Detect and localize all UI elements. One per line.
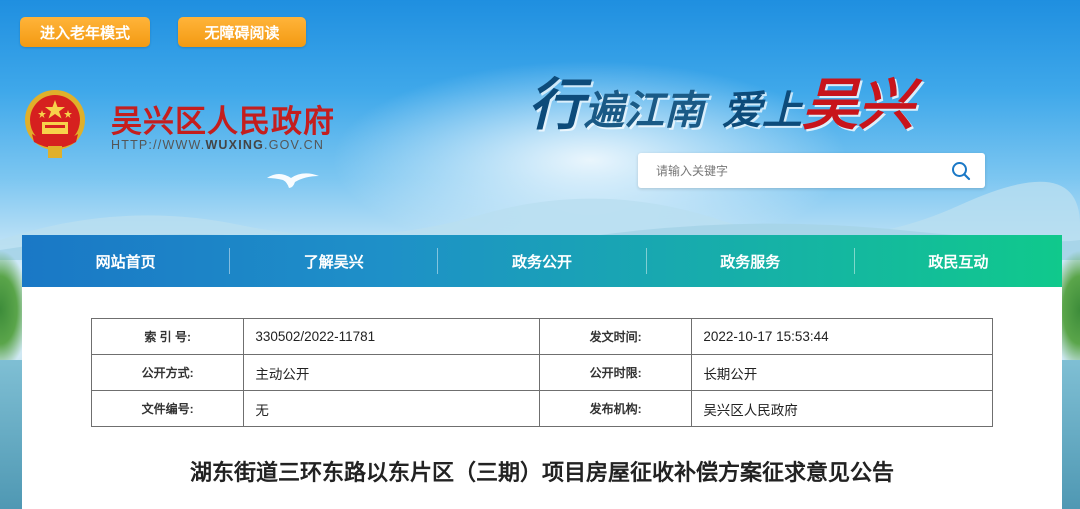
meta-label-disclosure-period: 公开时限: xyxy=(538,354,693,391)
content-panel: 索 引 号: 330502/2022-11781 发文时间: 2022-10-1… xyxy=(22,287,1062,509)
meta-value-index-number: 330502/2022-11781 xyxy=(243,318,540,355)
site-title[interactable]: 吴兴区人民政府 xyxy=(111,96,335,141)
meta-value-document-number: 无 xyxy=(243,390,540,427)
background-water-left xyxy=(0,360,24,509)
slogan-part-4: 吴兴 xyxy=(802,72,914,138)
document-meta-table: 索 引 号: 330502/2022-11781 发文时间: 2022-10-1… xyxy=(90,318,993,427)
barrier-free-reading-button[interactable]: 无障碍阅读 xyxy=(178,17,306,47)
search-box xyxy=(638,153,985,188)
article-title: 湖东街道三环东路以东片区（三期）项目房屋征收补偿方案征求意见公告 xyxy=(189,460,894,485)
meta-label-publish-time: 发文时间: xyxy=(538,318,693,355)
site-url-prefix: HTTP://WWW. xyxy=(111,138,206,152)
slogan-part-1: 行 xyxy=(528,72,584,138)
egret-bird-icon xyxy=(267,173,319,188)
elder-mode-button[interactable]: 进入老年模式 xyxy=(20,17,150,47)
meta-label-index-number: 索 引 号: xyxy=(90,318,245,355)
search-input[interactable] xyxy=(638,153,938,188)
nav-item-home[interactable]: 网站首页 xyxy=(22,235,229,287)
meta-label-publishing-agency: 发布机构: xyxy=(538,390,693,427)
nav-item-government-services[interactable]: 政务服务 xyxy=(647,235,854,287)
search-icon[interactable] xyxy=(951,161,971,181)
meta-value-publishing-agency: 吴兴区人民政府 xyxy=(691,390,993,427)
meta-value-publish-time: 2022-10-17 15:53:44 xyxy=(691,318,993,355)
national-emblem-icon xyxy=(25,90,85,158)
nav-item-public-interaction[interactable]: 政民互动 xyxy=(855,235,1062,287)
header-slogan: 行遍江南 爱上吴兴 xyxy=(528,60,914,141)
slogan-part-3: 爱上 xyxy=(722,87,802,134)
meta-value-disclosure-method: 主动公开 xyxy=(243,354,540,391)
nav-item-about-wuxing[interactable]: 了解吴兴 xyxy=(230,235,437,287)
table-row: 索 引 号: 330502/2022-11781 发文时间: 2022-10-1… xyxy=(90,318,993,355)
meta-label-document-number: 文件编号: xyxy=(90,390,245,427)
meta-value-disclosure-period: 长期公开 xyxy=(691,354,993,391)
main-nav: 网站首页 了解吴兴 政务公开 政务服务 政民互动 xyxy=(22,235,1062,287)
site-url-domain: WUXING xyxy=(205,138,265,152)
table-row: 文件编号: 无 发布机构: 吴兴区人民政府 xyxy=(90,390,993,427)
nav-item-government-affairs-disclosure[interactable]: 政务公开 xyxy=(438,235,645,287)
slogan-part-2: 遍江南 xyxy=(584,87,704,134)
site-url-suffix: .GOV.CN xyxy=(264,138,325,152)
table-row: 公开方式: 主动公开 公开时限: 长期公开 xyxy=(90,354,993,391)
site-url: HTTP://WWW.WUXING.GOV.CN xyxy=(111,138,324,152)
meta-label-disclosure-method: 公开方式: xyxy=(90,354,245,391)
